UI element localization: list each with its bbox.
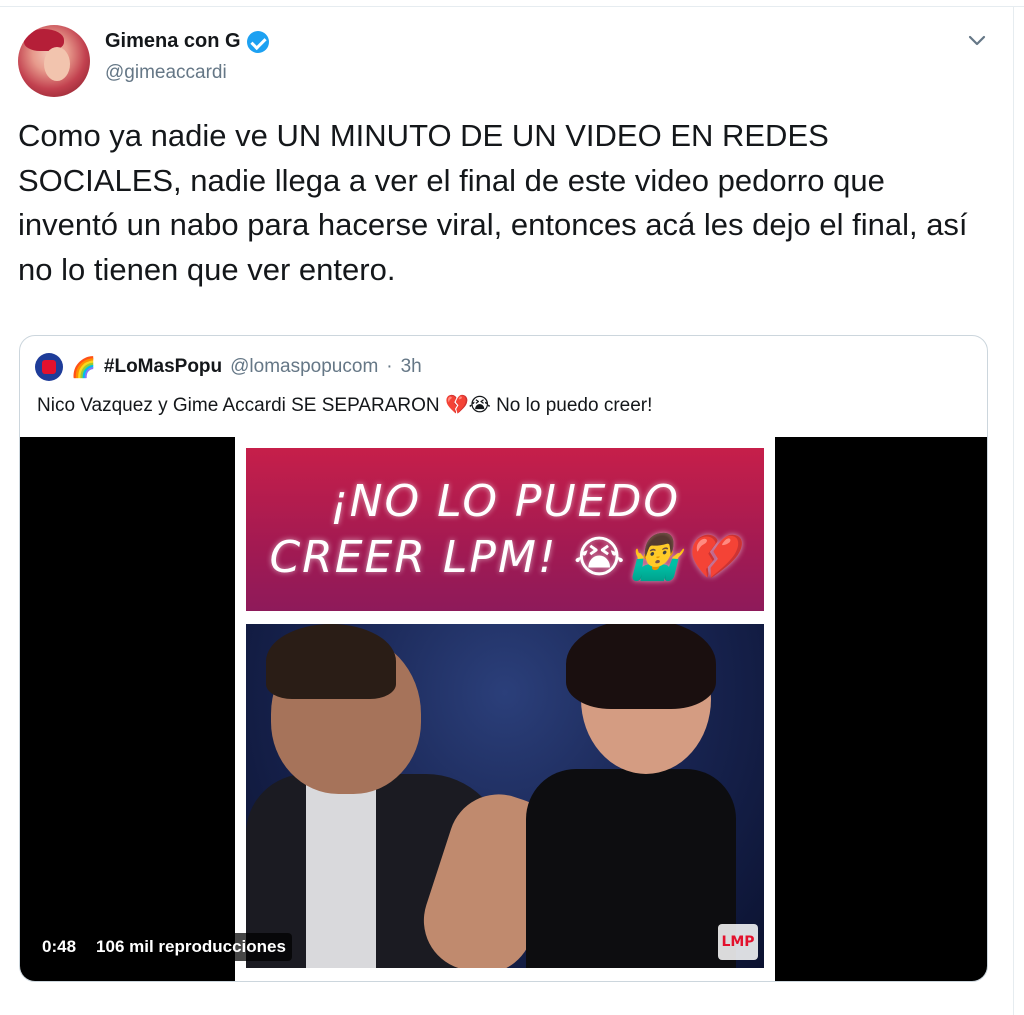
quoted-timestamp[interactable]: 3h [401, 356, 422, 378]
avatar-face [44, 47, 70, 81]
banner-line-1: ¡NO LO PUEDO [329, 475, 680, 527]
quoted-display-name[interactable]: #LoMasPopu [104, 356, 222, 378]
meta-separator: · [386, 356, 393, 377]
tweet-text: Como ya nadie ve UN MINUTO DE UN VIDEO E… [18, 118, 968, 287]
video-frame: ¡NO LO PUEDO CREER LPM! 😭🤷‍♂️💔 LMP [235, 437, 775, 981]
author-name-row[interactable]: Gimena con G [105, 30, 269, 53]
author-display-name[interactable]: Gimena con G [105, 30, 241, 53]
author-handle[interactable]: @gimeaccardi [105, 62, 227, 84]
video-thumbnail: LMP [246, 624, 764, 968]
woman-hair [566, 624, 716, 709]
quoted-tweet-text: Nico Vazquez y Gime Accardi SE SEPARARON… [37, 393, 652, 417]
quoted-text-after: No lo puedo creer! [496, 395, 653, 416]
video-info-badges: 0:48 106 mil reproducciones [36, 933, 292, 961]
watermark-logo: LMP [718, 924, 758, 960]
man-hair [266, 624, 396, 699]
chevron-down-icon[interactable] [966, 32, 988, 48]
video-title-banner: ¡NO LO PUEDO CREER LPM! 😭🤷‍♂️💔 [246, 448, 764, 611]
woman-figure [526, 769, 736, 968]
video-view-count: 106 mil reproducciones [90, 933, 292, 961]
video-duration: 0:48 [36, 933, 83, 961]
quoted-tweet[interactable]: 🌈 #LoMasPopu @lomaspopucom · 3h Nico Vaz… [19, 335, 988, 982]
quoted-tweet-header: 🌈 #LoMasPopu @lomaspopucom · 3h [35, 353, 422, 381]
video-player[interactable]: ¡NO LO PUEDO CREER LPM! 😭🤷‍♂️💔 LMP 0:48 [20, 437, 987, 981]
quoted-handle[interactable]: @lomaspopucom [230, 356, 378, 378]
quoted-text-emojis: 💔😭 [444, 395, 491, 416]
banner-line-2: CREER LPM! 😭🤷‍♂️💔 [269, 531, 741, 583]
rainbow-emoji: 🌈 [71, 356, 96, 379]
tweet: Gimena con G @gimeaccardi Como ya nadie … [0, 0, 1014, 1015]
quoted-text-main: Nico Vazquez y Gime Accardi SE SEPARARON [37, 395, 440, 416]
avatar[interactable] [18, 25, 90, 97]
quoted-avatar[interactable] [35, 353, 63, 381]
man-shirt [306, 774, 376, 968]
verified-badge-icon [246, 30, 269, 53]
